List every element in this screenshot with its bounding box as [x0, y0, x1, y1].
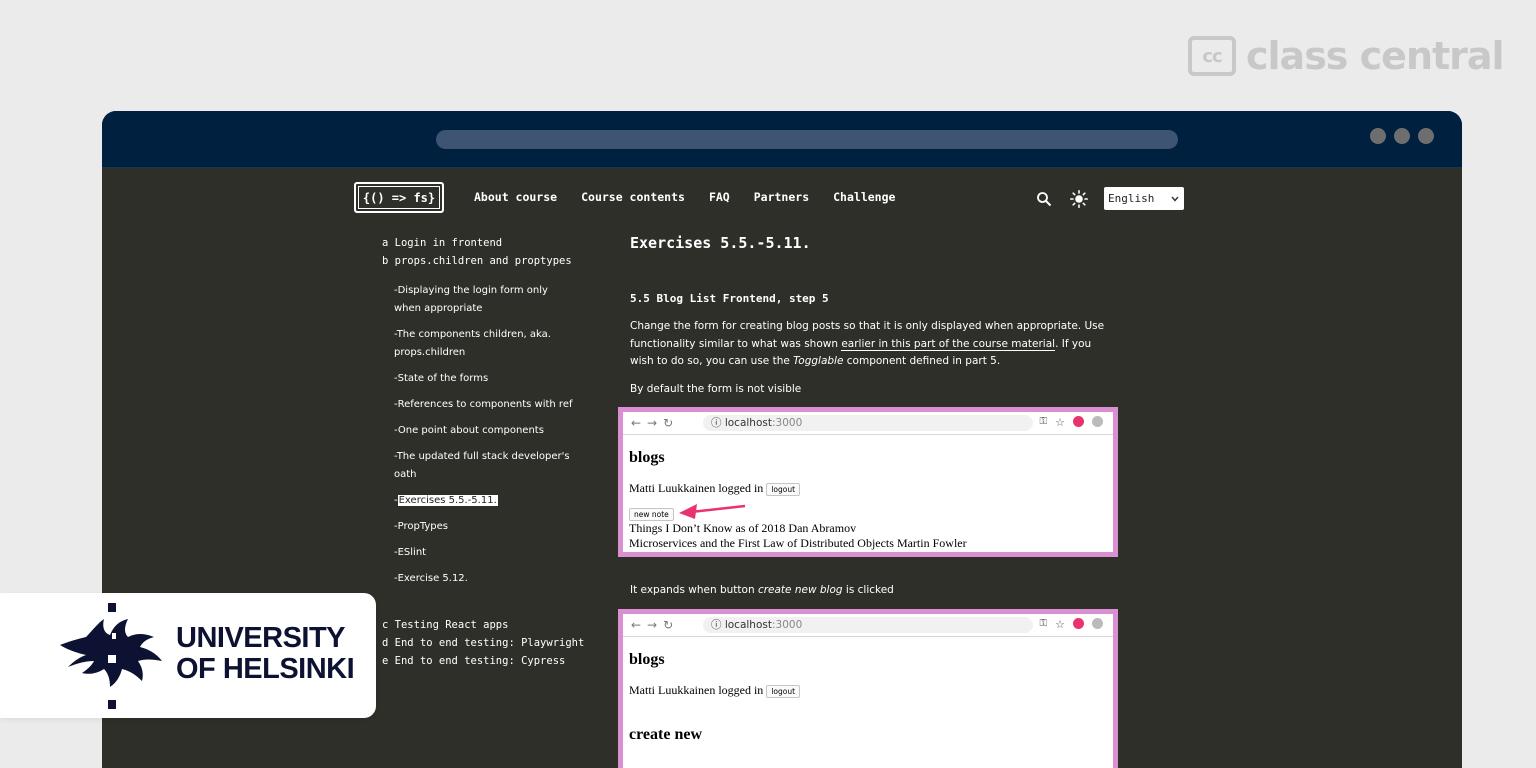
- course-material-link[interactable]: earlier in this part of the course mater…: [841, 337, 1056, 351]
- sidebar-part-a[interactable]: a Login in frontend: [382, 234, 592, 252]
- extension-icon: [1073, 416, 1084, 427]
- extension-icons: ⚿ ☆: [1039, 416, 1103, 429]
- sidebar-part-c[interactable]: c Testing React apps: [382, 616, 592, 634]
- logout-button: logout: [766, 684, 801, 698]
- new-note-row: new note: [629, 504, 1107, 521]
- exercise-description: Change the form for creating blog posts …: [630, 320, 1105, 367]
- language-select[interactable]: English: [1104, 187, 1184, 210]
- extension-icon: [1073, 618, 1084, 629]
- screenshot-page: blogs Matti Luukkainen logged in logout …: [623, 435, 1113, 552]
- university-of-helsinki-card: UNIVERSITY OF HELSINKI: [0, 593, 376, 718]
- screenshot-heading: blogs: [629, 651, 665, 668]
- cc-logo-icon: cc: [1188, 36, 1236, 76]
- sidebar-subsection[interactable]: -References to components with ref: [394, 396, 592, 414]
- university-flame-logo-icon: [60, 603, 162, 709]
- sidebar-subsection[interactable]: -ESlint: [394, 544, 592, 562]
- browser-toolbar: [102, 111, 1462, 168]
- extension-icon: [1092, 618, 1103, 629]
- window-dot-icon[interactable]: [1370, 128, 1386, 144]
- default-hidden-text: By default the form is not visible: [630, 383, 802, 395]
- page-title: Exercises 5.5.-5.11.: [630, 234, 811, 252]
- sidebar-subsection[interactable]: -State of the forms: [394, 370, 592, 388]
- create-new-heading: create new: [629, 726, 702, 743]
- screenshot-browser-bar: ←→↻ ⓘ localhost:3000 ⚿ ☆: [623, 614, 1113, 637]
- extension-icons: ⚿ ☆: [1039, 618, 1103, 631]
- screenshot-url: ⓘ localhost:3000: [703, 415, 1033, 431]
- logout-button: logout: [766, 482, 801, 496]
- screenshot-form-expanded: ←→↻ ⓘ localhost:3000 ⚿ ☆ blogs Matti Luu…: [618, 609, 1118, 768]
- expands-text: It expands when button create new blog i…: [630, 584, 894, 596]
- screenshot-page: blogs Matti Luukkainen logged in logout …: [623, 637, 1113, 764]
- sidebar-subsection[interactable]: -The components children, aka. props.chi…: [394, 326, 554, 362]
- screenshot-form-hidden: ←→↻ ⓘ localhost:3000 ⚿ ☆ blogs Matti Luu…: [618, 407, 1118, 557]
- nav-challenge[interactable]: Challenge: [833, 190, 895, 204]
- class-central-wordmark: class central: [1246, 34, 1505, 78]
- star-icon: ☆: [1055, 618, 1065, 631]
- key-icon: ⚿: [1039, 416, 1048, 427]
- new-note-button: new note: [629, 507, 674, 521]
- window-dot-icon[interactable]: [1394, 128, 1410, 144]
- sidebar-subsection[interactable]: -Displaying the login form only when app…: [394, 282, 576, 318]
- chevron-down-icon: [1171, 196, 1179, 202]
- sidebar-subsection[interactable]: -Exercise 5.12.: [394, 570, 592, 588]
- nav-partners[interactable]: Partners: [754, 190, 809, 204]
- sidebar-subsection-active[interactable]: -Exercises 5.5.-5.11.: [394, 492, 592, 510]
- university-name: UNIVERSITY OF HELSINKI: [176, 622, 355, 685]
- blog-item: Microservices and the First Law of Distr…: [629, 536, 967, 550]
- sidebar-part-e[interactable]: e End to end testing: Cypress: [382, 652, 592, 670]
- sidebar-subsection[interactable]: -One point about components: [394, 422, 592, 440]
- search-icon[interactable]: [1036, 191, 1052, 207]
- sidebar-part-d[interactable]: d End to end testing: Playwright: [382, 634, 592, 652]
- theme-toggle-sun-icon[interactable]: [1070, 190, 1088, 208]
- nav-faq[interactable]: FAQ: [709, 190, 730, 204]
- window-controls: [1370, 128, 1434, 144]
- nav-about-course[interactable]: About course: [474, 190, 557, 204]
- sidebar-part-b[interactable]: b props.children and proptypes: [382, 252, 592, 270]
- exercise-heading: 5.5 Blog List Frontend, step 5: [630, 292, 829, 305]
- screenshot-heading: blogs: [629, 449, 665, 466]
- sidebar-subsection[interactable]: -The updated full stack developer's oath: [394, 448, 592, 484]
- class-central-logo: cc class central: [1188, 34, 1505, 78]
- part-sidebar: a Login in frontend b props.children and…: [382, 234, 592, 670]
- nav-arrows-icon: ←→↻: [631, 416, 680, 430]
- extension-icon: [1092, 416, 1103, 427]
- address-bar[interactable]: [436, 130, 1178, 149]
- main-nav: About course Course contents FAQ Partner…: [474, 190, 895, 204]
- screenshot-browser-bar: ←→↻ ⓘ localhost:3000 ⚿ ☆: [623, 412, 1113, 435]
- site-logo[interactable]: {() => fs}: [354, 182, 444, 213]
- logged-in-line: Matti Luukkainen logged in logout: [629, 683, 1107, 698]
- screenshot-url: ⓘ localhost:3000: [703, 617, 1033, 633]
- nav-course-contents[interactable]: Course contents: [581, 190, 685, 204]
- window-dot-icon[interactable]: [1418, 128, 1434, 144]
- key-icon: ⚿: [1039, 618, 1048, 629]
- logged-in-line: Matti Luukkainen logged in logout: [629, 481, 1107, 496]
- pointer-arrow-icon: [679, 504, 746, 519]
- nav-arrows-icon: ←→↻: [631, 618, 680, 632]
- star-icon: ☆: [1055, 416, 1065, 429]
- blog-item: Things I Don’t Know as of 2018 Dan Abram…: [629, 521, 857, 535]
- sidebar-subsection[interactable]: -PropTypes: [394, 518, 592, 536]
